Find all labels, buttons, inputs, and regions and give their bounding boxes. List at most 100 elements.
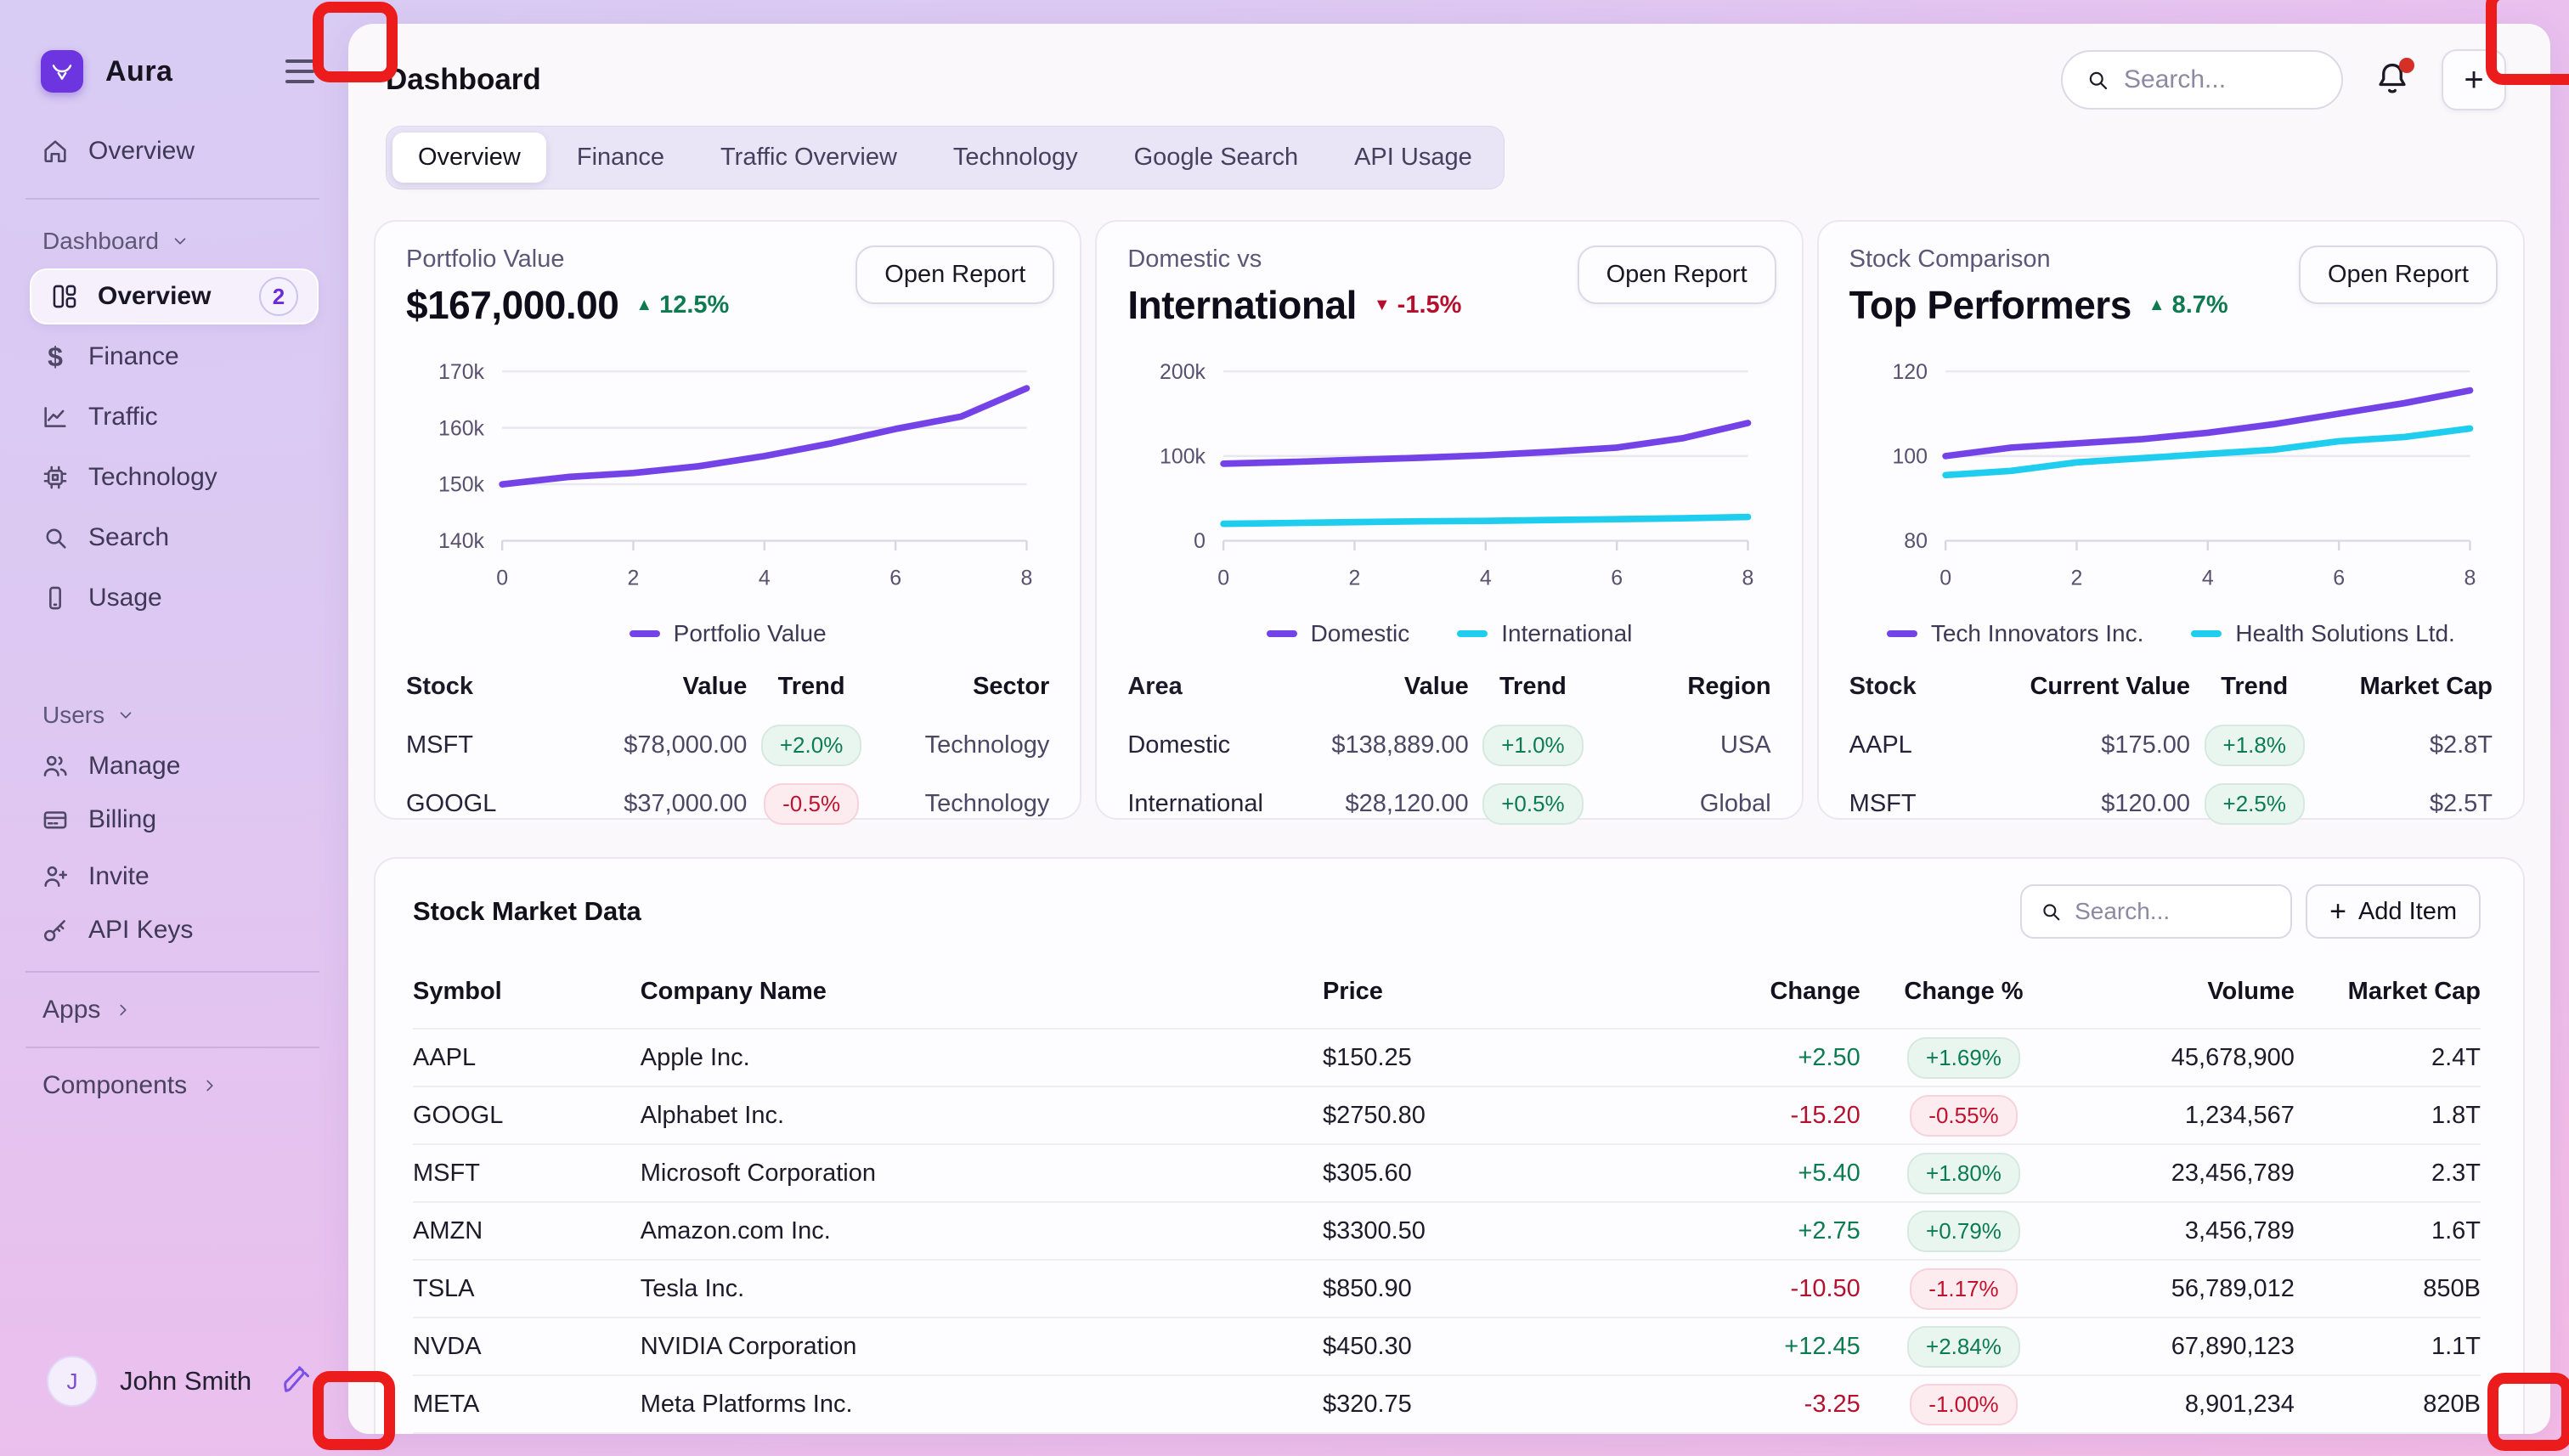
theme-paintbrush-icon[interactable]	[280, 1363, 314, 1401]
page-title: Dashboard	[386, 63, 541, 97]
stock-market-data-section: Stock Market Data + Add Item Symbol Comp…	[374, 857, 2525, 1434]
dashboard-tabs: Overview Finance Traffic Overview Techno…	[386, 126, 1505, 189]
sidebar-group-dashboard[interactable]: Dashboard	[42, 228, 189, 255]
card-stock-comparison: Stock Comparison Top Performers ▲8.7% Op…	[1817, 220, 2525, 820]
change-value: +12.45	[1784, 1333, 1860, 1360]
table-row[interactable]: GOOGL$37,000.00-0.5%Technology	[406, 775, 1049, 833]
delta-badge: ▲12.5%	[635, 291, 729, 319]
open-report-button[interactable]: Open Report	[1578, 245, 1776, 304]
page-header: Dashboard +	[348, 24, 2550, 110]
tab-finance[interactable]: Finance	[551, 133, 690, 183]
card-mini-table: Stock Value Trend Sector MSFT$78,000.00+…	[406, 673, 1049, 833]
sidebar-divider	[25, 198, 319, 200]
sidebar-link-apps[interactable]: Apps	[42, 996, 133, 1024]
table-row[interactable]: METAMeta Platforms Inc.$320.75-3.25-1.00…	[413, 1375, 2481, 1433]
sidebar-item-usage[interactable]: Usage	[41, 574, 314, 622]
hamburger-menu-icon[interactable]	[285, 59, 314, 83]
sidebar-group-users[interactable]: Users	[42, 702, 135, 729]
tab-google-search[interactable]: Google Search	[1109, 133, 1324, 183]
dashboard-grid-icon	[50, 282, 79, 311]
svg-text:150k: 150k	[438, 473, 485, 497]
open-report-button[interactable]: Open Report	[2299, 245, 2498, 304]
dollar-icon: $	[41, 341, 70, 373]
chevron-right-icon	[200, 1076, 219, 1095]
table-row[interactable]: MSFT$78,000.00+2.0%Technology	[406, 716, 1049, 775]
credit-card-icon	[41, 805, 70, 834]
svg-text:200k: 200k	[1160, 360, 1206, 384]
sidebar-item-overview-home[interactable]: Overview	[41, 127, 314, 175]
sidebar-item-finance[interactable]: $ Finance	[41, 333, 314, 381]
table-row[interactable]: AAPLApple Inc.$150.25+2.50+1.69%45,678,9…	[413, 1029, 2481, 1086]
search-icon	[2085, 67, 2110, 93]
sidebar-item-label: Overview	[98, 282, 211, 311]
user-name: John Smith	[120, 1366, 251, 1397]
table-search-input[interactable]	[2075, 898, 2273, 925]
sidebar-item-billing[interactable]: Billing	[41, 796, 314, 844]
sidebar-item-technology[interactable]: Technology	[41, 454, 314, 501]
svg-text:4: 4	[1480, 566, 1492, 590]
user-profile[interactable]: J John Smith	[47, 1354, 314, 1408]
sidebar-item-traffic[interactable]: Traffic	[41, 393, 314, 441]
notification-dot	[2399, 58, 2414, 73]
sidebar-divider	[25, 1047, 319, 1048]
svg-text:4: 4	[2202, 566, 2214, 590]
svg-text:2: 2	[2070, 566, 2082, 590]
add-item-button[interactable]: + Add Item	[2306, 884, 2481, 939]
legend-item: International	[1457, 620, 1632, 647]
table-row[interactable]: AMZNAmazon.com Inc.$3300.50+2.75+0.79%3,…	[413, 1202, 2481, 1260]
change-value: -10.50	[1791, 1275, 1860, 1302]
global-search	[2061, 50, 2343, 110]
sidebar-item-label: Overview	[88, 137, 195, 166]
table-row[interactable]: GOOGLAlphabet Inc.$2750.80-15.20-0.55%1,…	[413, 1086, 2481, 1144]
change-value: +5.40	[1798, 1160, 1860, 1187]
user-plus-icon	[41, 862, 70, 891]
tab-api-usage[interactable]: API Usage	[1329, 133, 1498, 183]
table-row[interactable]: NFLXNetflix Inc.$480.20+9.90+1.89%4,567,…	[413, 1433, 2481, 1434]
sidebar-item-invite[interactable]: Invite	[41, 853, 314, 900]
notifications-bell-icon[interactable]	[2374, 59, 2411, 100]
mobile-device-icon	[41, 584, 70, 612]
overview-count-badge: 2	[259, 277, 298, 316]
trend-pill: +1.80%	[1907, 1153, 2020, 1194]
table-row[interactable]: MSFTMicrosoft Corporation$305.60+5.40+1.…	[413, 1144, 2481, 1202]
search-input[interactable]	[2124, 65, 2319, 94]
home-icon	[41, 137, 70, 166]
svg-text:2: 2	[1349, 566, 1361, 590]
sidebar-link-components[interactable]: Components	[42, 1071, 219, 1100]
table-row[interactable]: NVDANVIDIA Corporation$450.30+12.45+2.84…	[413, 1318, 2481, 1375]
svg-text:0: 0	[496, 566, 508, 590]
chevron-down-icon	[116, 706, 135, 725]
trend-pill: -1.17%	[1910, 1268, 2017, 1310]
table-row[interactable]: International$28,120.00+0.5%Global	[1127, 775, 1770, 833]
chart-legend: Portfolio Value	[406, 620, 1049, 647]
table-row[interactable]: MSFT$120.00+2.5%$2.5T	[1849, 775, 2493, 833]
svg-text:100k: 100k	[1160, 444, 1206, 468]
table-row[interactable]: Domestic$138,889.00+1.0%USA	[1127, 716, 1770, 775]
sidebar-item-search[interactable]: Search	[41, 514, 314, 562]
svg-text:0: 0	[1218, 566, 1230, 590]
table-row[interactable]: TSLATesla Inc.$850.90-10.50-1.17%56,789,…	[413, 1260, 2481, 1318]
annotation-box-top-left	[313, 2, 398, 82]
svg-text:170k: 170k	[438, 360, 485, 384]
sidebar-header: Aura	[41, 49, 314, 93]
svg-text:8: 8	[1021, 566, 1033, 590]
tab-overview[interactable]: Overview	[392, 133, 546, 183]
open-report-button[interactable]: Open Report	[855, 245, 1054, 304]
trend-pill: +2.0%	[761, 725, 861, 766]
line-chart-icon	[41, 403, 70, 432]
table-row[interactable]: AAPL$175.00+1.8%$2.8T	[1849, 716, 2493, 775]
svg-text:8: 8	[2464, 566, 2476, 590]
delta-badge: ▲8.7%	[2148, 291, 2228, 319]
tab-technology[interactable]: Technology	[928, 133, 1104, 183]
sidebar-item-overview[interactable]: Overview 2	[30, 268, 319, 324]
domestic-international-chart: 200k100k002468	[1127, 350, 1770, 596]
cpu-chip-icon	[41, 463, 70, 492]
tab-traffic-overview[interactable]: Traffic Overview	[695, 133, 923, 183]
legend-item: Portfolio Value	[630, 620, 827, 647]
trend-pill: +1.0%	[1482, 725, 1583, 766]
sidebar-item-api-keys[interactable]: API Keys	[41, 906, 314, 954]
card-portfolio-value: Portfolio Value $167,000.00 ▲12.5% Open …	[374, 220, 1081, 820]
sidebar-item-manage[interactable]: Manage	[41, 742, 314, 790]
svg-text:8: 8	[1742, 566, 1754, 590]
chart-legend: DomesticInternational	[1127, 620, 1770, 647]
